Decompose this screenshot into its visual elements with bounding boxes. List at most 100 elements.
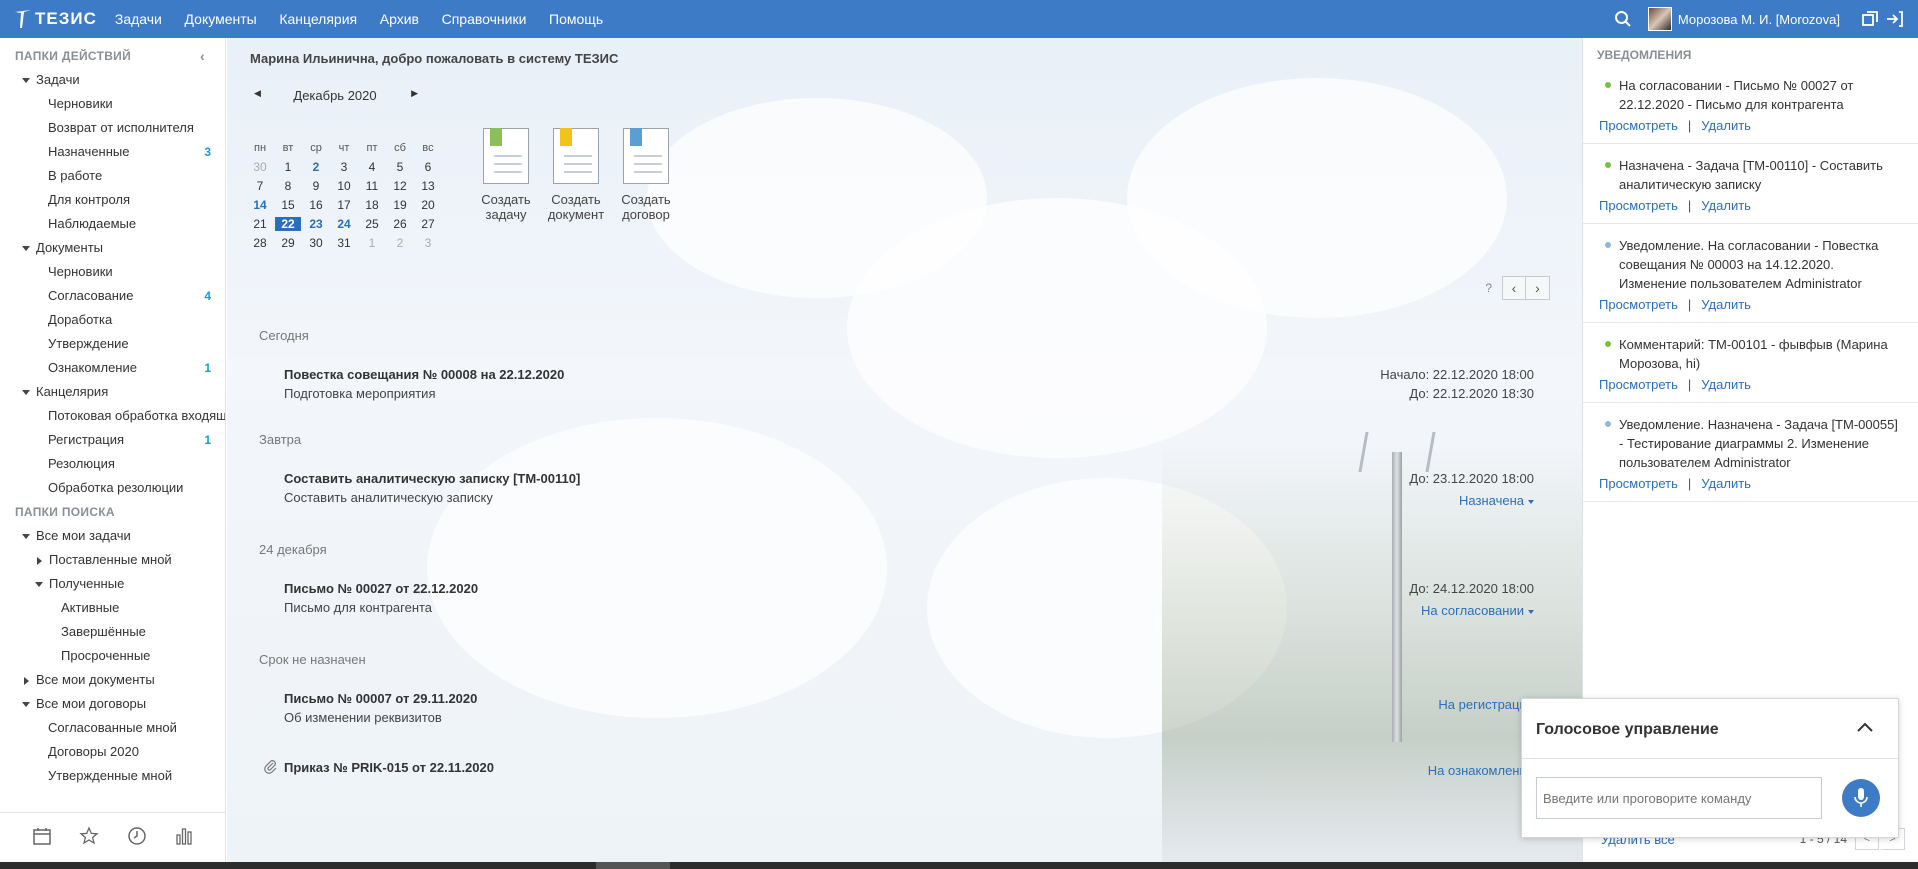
view-link[interactable]: Просмотреть [1599, 198, 1678, 213]
calendar-day[interactable]: 24 [330, 214, 358, 233]
nav-tasks[interactable]: Задачи [115, 11, 162, 27]
avatar[interactable] [1647, 7, 1672, 31]
calendar-day[interactable]: 8 [274, 176, 302, 195]
sidebar-item-registration[interactable]: Регистрация 1 [0, 428, 225, 452]
view-link[interactable]: Просмотреть [1599, 476, 1678, 491]
create-contract-button[interactable]: Создать договор [611, 128, 681, 222]
delete-link[interactable]: Удалить [1701, 297, 1751, 312]
voice-command-input[interactable] [1536, 777, 1822, 819]
delete-link[interactable]: Удалить [1701, 198, 1751, 213]
calendar-day[interactable]: 15 [274, 195, 302, 214]
voice-control-header[interactable]: Голосовое управление [1522, 699, 1898, 759]
calendar-day[interactable]: 4 [358, 157, 386, 176]
calendar-day[interactable]: 13 [414, 176, 442, 195]
sidebar-item-overdue[interactable]: Просроченные [0, 644, 225, 668]
calendar-day[interactable]: 20 [414, 195, 442, 214]
calendar-day[interactable]: 14 [246, 195, 274, 214]
prev-page-button[interactable]: ‹ [1502, 276, 1526, 300]
calendar-day[interactable]: 6 [414, 157, 442, 176]
calendar-day-today[interactable]: 22 [274, 214, 302, 233]
help-icon[interactable]: ? [1485, 281, 1492, 295]
event-status-dropdown[interactable]: Назначена [1459, 493, 1534, 508]
calendar-day[interactable]: 19 [386, 195, 414, 214]
view-link[interactable]: Просмотреть [1599, 118, 1678, 133]
calendar-day[interactable]: 10 [330, 176, 358, 195]
sidebar-item-doc-drafts[interactable]: Черновики [0, 260, 225, 284]
sidebar-item-stream[interactable]: Потоковая обработка входящ [0, 404, 225, 428]
event-title[interactable]: Письмо № 00007 от 29.11.2020 [284, 691, 477, 706]
view-link[interactable]: Просмотреть [1599, 377, 1678, 392]
sidebar-group-my-docs[interactable]: Все мои документы [0, 668, 225, 692]
sidebar-item-resolution-proc[interactable]: Обработка резолюции [0, 476, 225, 500]
create-task-button[interactable]: Создать задачу [471, 128, 541, 222]
calendar-day[interactable]: 11 [358, 176, 386, 195]
collapse-sidebar-icon[interactable]: ‹ [200, 44, 205, 68]
user-name[interactable]: Морозова М. И. [Morozova] [1678, 12, 1840, 27]
reports-icon[interactable] [174, 826, 194, 849]
event-title[interactable]: Составить аналитическую записку [ТМ-0011… [284, 471, 580, 486]
calendar-day[interactable]: 21 [246, 214, 274, 233]
delete-link[interactable]: Удалить [1701, 476, 1751, 491]
calendar-day[interactable]: 27 [414, 214, 442, 233]
star-icon[interactable] [79, 826, 99, 849]
view-link[interactable]: Просмотреть [1599, 297, 1678, 312]
microphone-button[interactable] [1842, 779, 1880, 817]
sidebar-item-approved-by-me[interactable]: Утвержденные мной [0, 764, 225, 788]
sidebar-item-watched[interactable]: Наблюдаемые [0, 212, 225, 236]
event-title[interactable]: Письмо № 00027 от 22.12.2020 [284, 581, 478, 596]
sidebar-item-set-by-me[interactable]: Поставленные мной [0, 548, 225, 572]
calendar-day[interactable]: 2 [386, 233, 414, 252]
calendar-day[interactable]: 25 [358, 214, 386, 233]
sidebar-group-tasks[interactable]: Задачи [0, 68, 225, 92]
sidebar-group-documents[interactable]: Документы [0, 236, 225, 260]
sidebar-item-confirm[interactable]: Утверждение [0, 332, 225, 356]
calendar-day[interactable]: 1 [274, 157, 302, 176]
chevron-up-icon[interactable] [1856, 721, 1874, 736]
sidebar-item-active[interactable]: Активные [0, 596, 225, 620]
delete-link[interactable]: Удалить [1701, 118, 1751, 133]
sidebar-item-resolution[interactable]: Резолюция [0, 452, 225, 476]
sidebar-item-agreed-by-me[interactable]: Согласованные мной [0, 716, 225, 740]
nav-office[interactable]: Канцелярия [279, 11, 357, 27]
event-status-dropdown[interactable]: На согласовании [1421, 603, 1534, 618]
next-month-icon[interactable]: ▶ [411, 88, 418, 99]
sidebar-group-my-contracts[interactable]: Все мои договоры [0, 692, 225, 716]
brand-logo[interactable]: ТЕЗИС [14, 9, 97, 29]
sidebar-item-finished[interactable]: Завершённые [0, 620, 225, 644]
nav-archive[interactable]: Архив [380, 11, 419, 27]
sidebar-group-office[interactable]: Канцелярия [0, 380, 225, 404]
prev-month-icon[interactable]: ◀ [254, 88, 261, 99]
delete-link[interactable]: Удалить [1701, 377, 1751, 392]
calendar-day[interactable]: 7 [246, 176, 274, 195]
sidebar-item-acquaint[interactable]: Ознакомление 1 [0, 356, 225, 380]
calendar-day[interactable]: 17 [330, 195, 358, 214]
calendar-day[interactable]: 28 [246, 233, 274, 252]
sidebar-item-contracts-2020[interactable]: Договоры 2020 [0, 740, 225, 764]
calendar-day[interactable]: 16 [302, 195, 330, 214]
calendar-day[interactable]: 30 [246, 157, 274, 176]
event-status[interactable]: На регистрации [1438, 697, 1534, 712]
sidebar-item-rework[interactable]: Доработка [0, 308, 225, 332]
sidebar-item-approval[interactable]: Согласование 4 [0, 284, 225, 308]
calendar-day[interactable]: 3 [414, 233, 442, 252]
event-title[interactable]: Приказ № PRIK-015 от 22.11.2020 [284, 760, 494, 775]
nav-references[interactable]: Справочники [442, 11, 527, 27]
search-icon[interactable] [1614, 10, 1632, 28]
calendar-day[interactable]: 18 [358, 195, 386, 214]
event-status[interactable]: На ознакомлении [1428, 763, 1534, 778]
sidebar-item-in-work[interactable]: В работе [0, 164, 225, 188]
new-window-icon[interactable] [1862, 11, 1878, 27]
calendar-day[interactable]: 29 [274, 233, 302, 252]
calendar-day[interactable]: 31 [330, 233, 358, 252]
sidebar-item-drafts[interactable]: Черновики [0, 92, 225, 116]
calendar-day[interactable]: 1 [358, 233, 386, 252]
calendar-day[interactable]: 12 [386, 176, 414, 195]
calendar-day[interactable]: 5 [386, 157, 414, 176]
nav-documents[interactable]: Документы [185, 11, 257, 27]
sidebar-group-my-tasks[interactable]: Все мои задачи [0, 524, 225, 548]
logout-icon[interactable] [1886, 11, 1904, 27]
next-page-button[interactable]: › [1526, 276, 1550, 300]
calendar-day[interactable]: 23 [302, 214, 330, 233]
create-document-button[interactable]: Создать документ [541, 128, 611, 222]
calendar-day[interactable]: 30 [302, 233, 330, 252]
